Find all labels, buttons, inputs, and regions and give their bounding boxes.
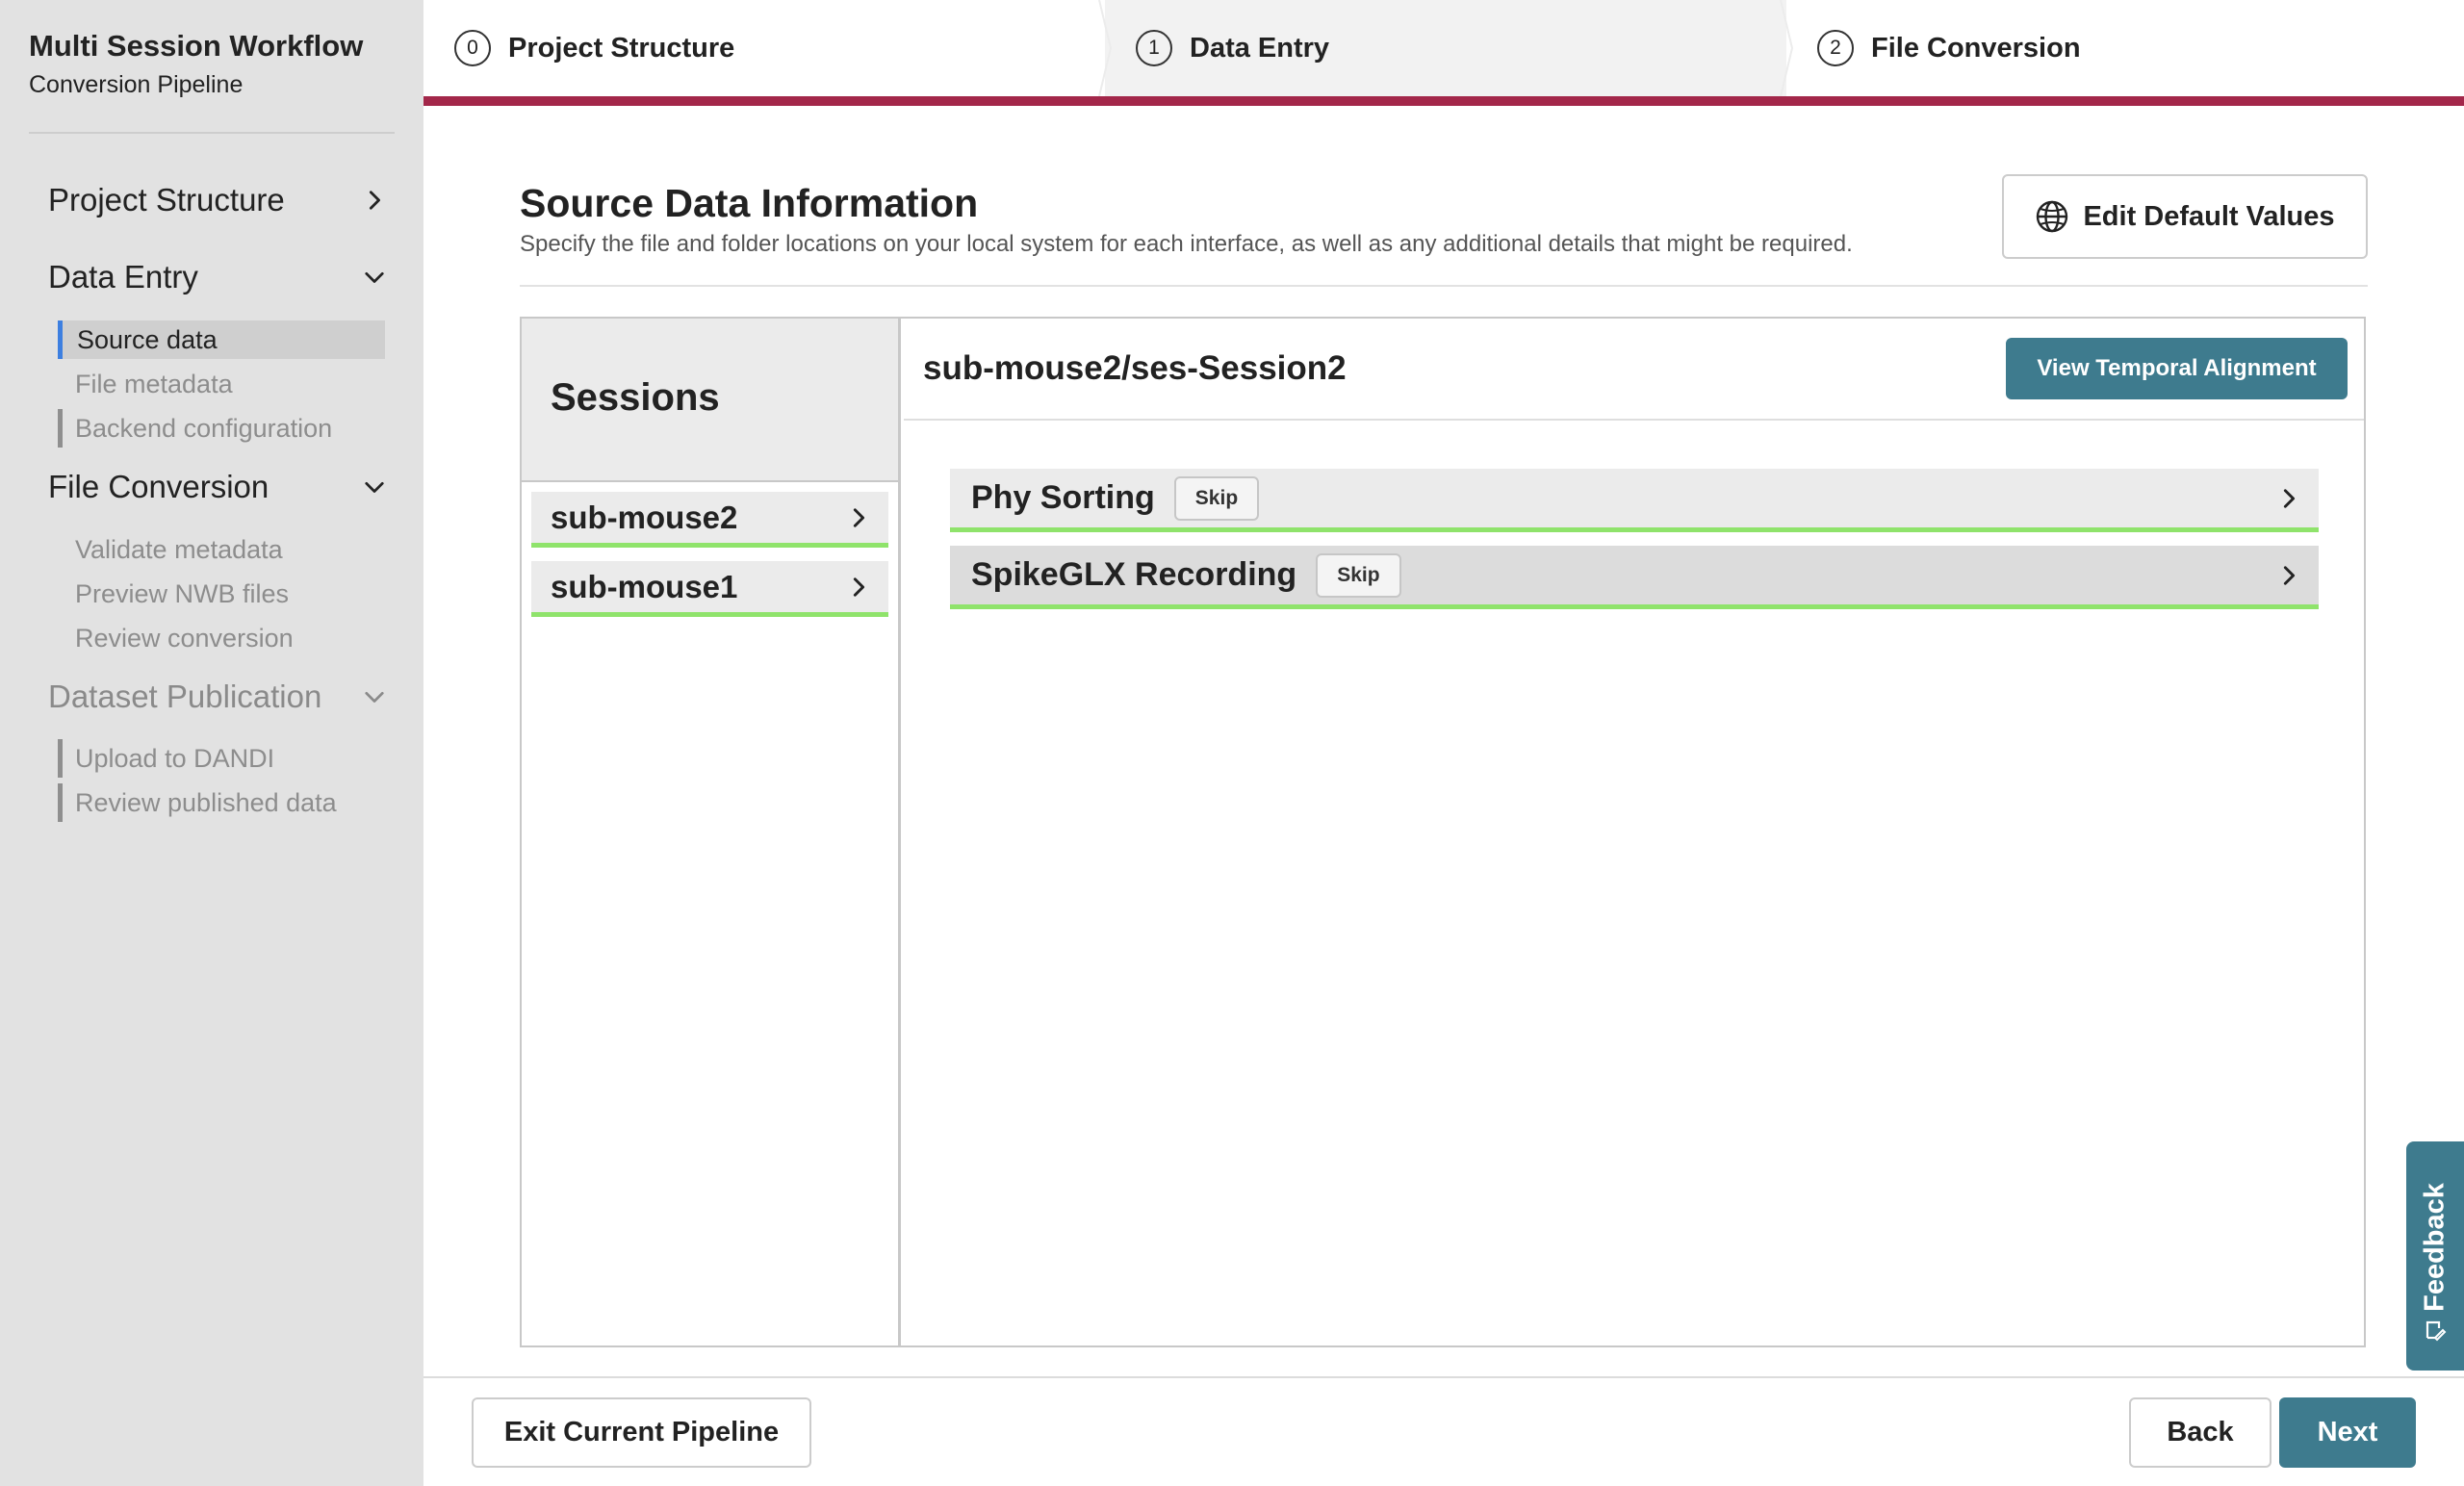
sidebar-section-label: Data Entry <box>48 259 198 295</box>
chevron-right-icon <box>2278 488 2299 509</box>
app-title: Multi Session Workflow <box>29 29 364 63</box>
sidebar-item-source-data[interactable]: Source data <box>58 320 385 359</box>
interface-phy-sorting[interactable]: Phy Sorting Skip <box>950 469 2319 532</box>
step-number: 2 <box>1817 30 1854 66</box>
session-detail-title: sub-mouse2/ses-Session2 <box>923 349 1347 387</box>
sidebar-section-label: File Conversion <box>48 469 270 504</box>
pipeline-stepper: 0 Project Structure 1 Data Entry 2 File … <box>424 0 2464 96</box>
sidebar-section-label: Dataset Publication <box>48 679 322 714</box>
interface-label: Phy Sorting <box>971 479 1155 516</box>
step-separator <box>1098 0 1113 96</box>
session-item-sub-mouse1[interactable]: sub-mouse1 <box>531 561 888 617</box>
sidebar-item-review-published-data[interactable]: Review published data <box>58 783 385 822</box>
sidebar-item-upload-to-dandi[interactable]: Upload to DANDI <box>58 739 385 778</box>
chevron-down-icon <box>364 476 385 498</box>
app-subtitle: Conversion Pipeline <box>29 71 244 98</box>
session-item-sub-mouse2[interactable]: sub-mouse2 <box>531 492 888 548</box>
sidebar-item-validate-metadata[interactable]: Validate metadata <box>58 530 385 569</box>
session-detail-header: sub-mouse2/ses-Session2 View Temporal Al… <box>904 319 2364 421</box>
chevron-right-icon <box>364 190 385 211</box>
stepper-progress-bar <box>424 96 2464 106</box>
sidebar-item-file-metadata[interactable]: File metadata <box>58 365 385 403</box>
sidebar-section-label: Project Structure <box>48 182 285 218</box>
sidebar-section-project-structure[interactable]: Project Structure <box>48 176 385 224</box>
chevron-down-icon <box>364 686 385 707</box>
interface-spikeglx-recording[interactable]: SpikeGLX Recording Skip <box>950 546 2319 609</box>
source-data-panel: Sessions sub-mouse2 sub-mouse1 sub-mouse… <box>520 317 2366 1347</box>
sidebar: Multi Session Workflow Conversion Pipeli… <box>0 0 424 1486</box>
header-divider <box>520 285 2368 287</box>
step-label: Data Entry <box>1190 32 1330 64</box>
chevron-right-icon <box>2278 565 2299 586</box>
feedback-label: Feedback <box>2419 1183 2451 1312</box>
sidebar-item-preview-nwb-files[interactable]: Preview NWB files <box>58 575 385 613</box>
sessions-header: Sessions <box>522 319 898 482</box>
step-project-structure[interactable]: 0 Project Structure <box>424 0 1105 96</box>
feedback-tab[interactable]: Feedback <box>2406 1141 2464 1371</box>
step-number: 1 <box>1136 30 1172 66</box>
back-button[interactable]: Back <box>2129 1397 2272 1468</box>
sessions-list: Sessions sub-mouse2 sub-mouse1 <box>522 319 901 1345</box>
chevron-right-icon <box>848 507 869 528</box>
step-separator <box>1780 0 1794 96</box>
exit-pipeline-button[interactable]: Exit Current Pipeline <box>472 1397 811 1468</box>
session-label: sub-mouse2 <box>551 499 738 535</box>
step-data-entry[interactable]: 1 Data Entry <box>1105 0 1786 96</box>
skip-button[interactable]: Skip <box>1173 475 1260 521</box>
edit-icon <box>2424 1319 2447 1342</box>
sidebar-section-file-conversion[interactable]: File Conversion <box>48 463 385 511</box>
globe-icon <box>2035 199 2069 234</box>
step-label: File Conversion <box>1871 32 2081 64</box>
sidebar-divider <box>29 132 395 134</box>
step-file-conversion[interactable]: 2 File Conversion <box>1786 0 2464 96</box>
edit-default-values-button[interactable]: Edit Default Values <box>2002 174 2368 259</box>
footer-divider <box>424 1376 2464 1378</box>
sidebar-section-dataset-publication[interactable]: Dataset Publication <box>48 673 385 721</box>
session-label: sub-mouse1 <box>551 568 738 604</box>
step-label: Project Structure <box>508 32 735 64</box>
sidebar-item-backend-configuration[interactable]: Backend configuration <box>58 409 385 448</box>
sidebar-item-review-conversion[interactable]: Review conversion <box>58 619 385 657</box>
page-title: Source Data Information <box>520 181 979 225</box>
chevron-down-icon <box>364 267 385 288</box>
edit-default-values-label: Edit Default Values <box>2083 200 2335 232</box>
sessions-title: Sessions <box>551 376 720 419</box>
view-temporal-alignment-button[interactable]: View Temporal Alignment <box>2006 338 2348 399</box>
chevron-right-icon <box>848 576 869 598</box>
skip-button[interactable]: Skip <box>1316 552 1401 598</box>
page-description: Specify the file and folder locations on… <box>520 231 1853 257</box>
interface-label: SpikeGLX Recording <box>971 556 1297 593</box>
next-button[interactable]: Next <box>2279 1397 2416 1468</box>
step-number: 0 <box>454 30 491 66</box>
sidebar-section-data-entry[interactable]: Data Entry <box>48 253 385 301</box>
